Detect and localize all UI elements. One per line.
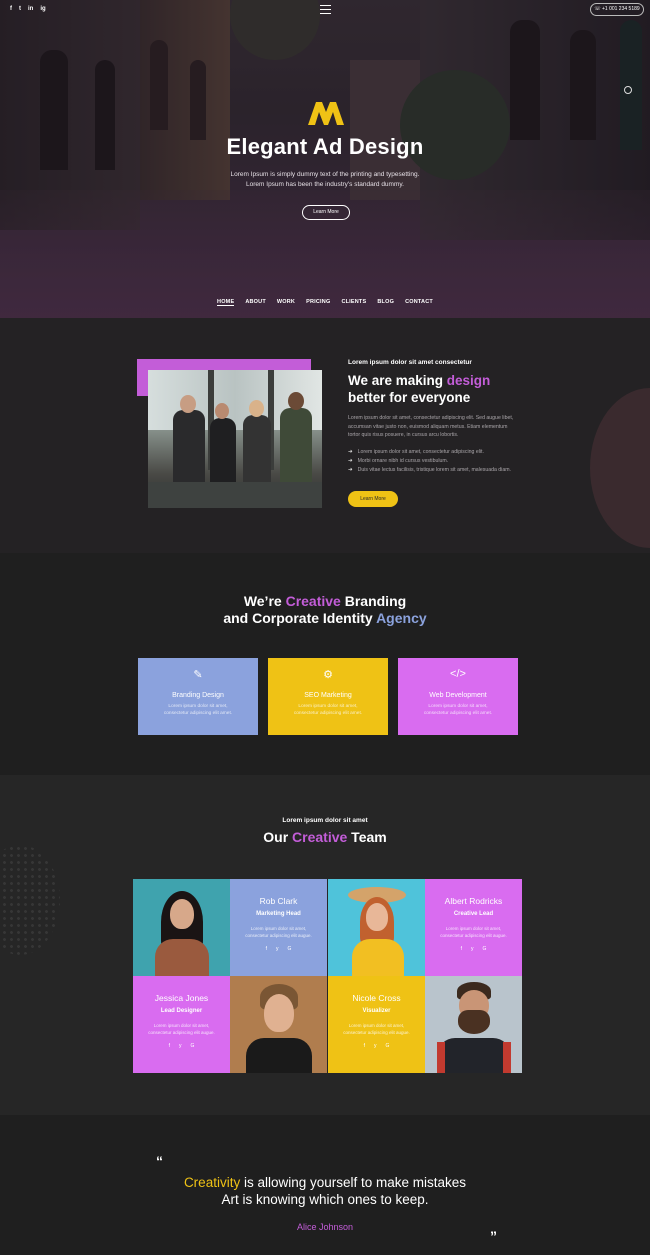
hero-section: f t in ig ☏ +1 001 234 5189 Elegant Ad D… (0, 0, 650, 318)
dot-pattern (0, 845, 60, 955)
twitter-icon[interactable]: y (276, 946, 279, 952)
nav-contact[interactable]: CONTACT (405, 299, 433, 306)
nav-pricing[interactable]: PRICING (306, 299, 330, 306)
services-section: We’re Creative Branding and Corporate Id… (0, 553, 650, 775)
about-kicker: Lorem ipsum dolor sit amet consectetur (348, 359, 472, 366)
nav-home[interactable]: HOME (217, 299, 235, 306)
twitter-icon[interactable]: t (19, 6, 21, 12)
google-icon[interactable]: G (386, 1043, 390, 1049)
team-card-jessica-jones[interactable]: Jessica Jones Lead Designer Lorem ipsum … (133, 976, 230, 1073)
team-title: Our Creative Team (263, 829, 387, 845)
service-card-seo[interactable]: ⚙ SEO Marketing Lorem ipsum dolor sit am… (268, 658, 388, 735)
arrow-right-icon: ➜ (348, 467, 353, 473)
service-card-branding[interactable]: ✎ Branding Design Lorem ipsum dolor sit … (138, 658, 258, 735)
phone-button[interactable]: ☏ +1 001 234 5189 (590, 3, 644, 16)
hero-title: Elegant Ad Design (226, 134, 424, 159)
service-card-webdev[interactable]: </> Web Development Lorem ipsum dolor si… (398, 658, 518, 735)
slider-dot[interactable] (624, 86, 632, 94)
team-photo-man-young (230, 976, 327, 1073)
team-photo-woman-dark-hair (133, 879, 230, 976)
hamburger-menu-icon[interactable] (320, 5, 331, 14)
facebook-icon[interactable]: f (266, 946, 267, 952)
arrow-right-icon: ➜ (348, 458, 353, 464)
about-paragraph: Lorem ipsum dolor sit amet, consectetur … (348, 415, 514, 438)
nav-work[interactable]: WORK (277, 299, 295, 306)
about-section: Lorem ipsum dolor sit amet consectetur W… (0, 318, 650, 553)
google-icon[interactable]: G (191, 1043, 195, 1049)
instagram-icon[interactable]: ig (40, 6, 45, 12)
pencil-icon: ✎ (193, 669, 203, 681)
nav-clients[interactable]: CLIENTS (341, 299, 366, 306)
twitter-icon[interactable]: y (471, 946, 474, 952)
list-item: ➜ Lorem ipsum dolor sit amet, consectetur… (348, 449, 484, 455)
arrow-right-icon: ➜ (348, 449, 353, 455)
linkedin-icon[interactable]: in (28, 6, 33, 12)
twitter-icon[interactable]: y (374, 1043, 377, 1049)
about-feature-list: ➜ Lorem ipsum dolor sit amet, consectetur… (348, 448, 548, 475)
nav-blog[interactable]: BLOG (377, 299, 394, 306)
team-card-nicole-cross[interactable]: Nicole Cross Visualizer Lorem ipsum dolo… (328, 976, 425, 1073)
google-icon[interactable]: G (483, 946, 487, 952)
about-title: We are making design better for everyone (348, 373, 491, 405)
team-photo-woman-hat (328, 879, 425, 976)
team-card-rob-clark[interactable]: Rob Clark Marketing Head Lorem ipsum dol… (230, 879, 327, 976)
quote-open-icon: “ (156, 1153, 163, 1169)
team-section: Lorem ipsum dolor sit amet Our Creative … (0, 775, 650, 1115)
google-icon[interactable]: G (288, 946, 292, 952)
brand-logo[interactable] (306, 100, 346, 126)
list-item: ➜ Morbi ornare nibh id cursus vestibulum. (348, 458, 449, 464)
quote-author: Alice Johnson (296, 1222, 354, 1232)
main-nav: HOME ABOUT WORK PRICING CLIENTS BLOG CON… (0, 299, 650, 306)
quote-close-icon: ” (490, 1228, 497, 1244)
team-photo-man-beard (425, 976, 522, 1073)
hero-subtitle: Lorem Ipsum is simply dummy text of the … (230, 171, 420, 188)
code-icon: </> (450, 668, 466, 680)
hero-learn-more-button[interactable]: Learn More (302, 205, 350, 220)
about-learn-more-button[interactable]: Learn More (348, 491, 398, 507)
list-item: ➜ Duis vitae lectus facilisis, tristique … (348, 467, 511, 473)
services-title: We’re Creative Branding and Corporate Id… (223, 593, 427, 626)
facebook-icon[interactable]: f (10, 6, 12, 12)
facebook-icon[interactable]: f (461, 946, 462, 952)
phone-icon: ☏ (594, 6, 602, 12)
twitter-icon[interactable]: y (179, 1043, 182, 1049)
gear-icon: ⚙ (323, 669, 333, 681)
nav-about[interactable]: ABOUT (245, 299, 266, 306)
team-card-albert-rodricks[interactable]: Albert Rodricks Creative Lead Lorem ipsu… (425, 879, 522, 976)
testimonial-section: “ Creativity is allowing yourself to mak… (0, 1115, 650, 1255)
social-links: f t in ig (10, 6, 46, 12)
facebook-icon[interactable]: f (364, 1043, 365, 1049)
quote-text: Creativity is allowing yourself to make … (183, 1175, 467, 1207)
facebook-icon[interactable]: f (169, 1043, 170, 1049)
team-kicker: Lorem ipsum dolor sit amet (282, 817, 368, 824)
phone-number: +1 001 234 5189 (601, 6, 640, 12)
about-team-photo (148, 370, 322, 508)
